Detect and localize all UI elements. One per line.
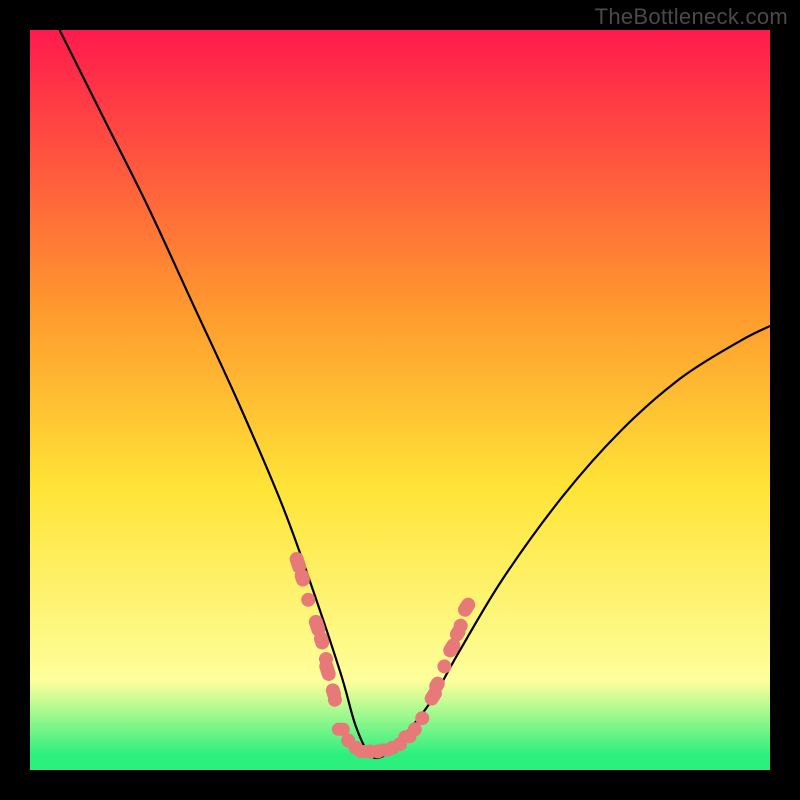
curve-marker <box>415 711 429 725</box>
outer-frame: TheBottleneck.com <box>0 0 800 800</box>
bottleneck-curve-line <box>60 30 770 758</box>
bottleneck-curve-svg <box>30 30 770 770</box>
chart-plot-area <box>30 30 770 770</box>
watermark-text: TheBottleneck.com <box>595 4 788 30</box>
curve-markers-group <box>288 550 478 758</box>
curve-marker <box>455 595 477 619</box>
curve-marker <box>435 657 454 676</box>
